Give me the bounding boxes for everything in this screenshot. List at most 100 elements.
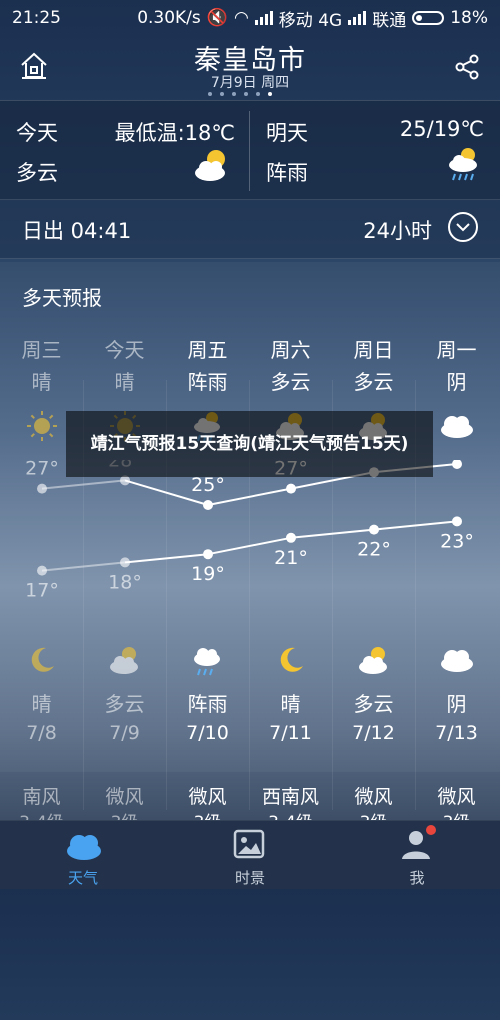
sunrise-row: 日出 04:41 24小时 (0, 200, 500, 259)
high-temp-point (37, 483, 47, 494)
low-temp-label: 21° (274, 547, 308, 569)
bottom-tab-bar: 天气 时景 我 (0, 820, 500, 889)
page-dot (232, 92, 236, 96)
forecast-weekday: 周一 (436, 338, 477, 362)
temperature-chart: 27°28°25°27°29°30°17°18°19°21°22°23° (25, 460, 474, 602)
notification-badge (426, 825, 436, 835)
forecast-date: 7/8 (26, 722, 57, 744)
high-temp-segment (41, 479, 126, 490)
forecast-day-condition: 阵雨 (187, 370, 228, 394)
forecast-date: 7/9 (109, 722, 140, 744)
share-icon[interactable] (454, 54, 480, 80)
tab-label: 我 (409, 869, 425, 887)
low-temp-point (286, 532, 296, 543)
page-dot (244, 92, 248, 96)
tomorrow-label: 明天 (266, 121, 308, 145)
low-temp-label: 19° (191, 563, 225, 585)
overlay-caption: 靖江气预报15天查询(靖江天气预告15天) (66, 411, 433, 477)
forecast-weekday: 周五 (187, 338, 228, 362)
low-temp-label: 18° (108, 571, 142, 593)
forecast-day-condition: 晴 (31, 370, 52, 394)
tab-scenes[interactable]: 时景 (167, 821, 333, 889)
battery-level: 18% (450, 8, 488, 28)
forecast-weekday: 周六 (270, 338, 311, 362)
high-temp-point (203, 500, 213, 510)
tab-weather[interactable]: 天气 (0, 821, 166, 889)
low-temp-label: 17° (25, 580, 59, 602)
photo-icon (233, 829, 265, 859)
tab-label: 时景 (234, 869, 265, 887)
page-indicator (208, 92, 272, 96)
forecast-wind: 南风 (22, 786, 61, 808)
tab-me[interactable]: 我 (334, 821, 500, 889)
low-temp-point (203, 549, 213, 560)
cloud-icon (441, 416, 473, 438)
carrier-1: 移动 4G (278, 10, 343, 31)
forecast-night-condition: 阴 (446, 692, 467, 716)
today-card[interactable]: 今天 最低温:18℃ 多云 (0, 101, 249, 199)
overlay-text: 靖江气预报15天查询(靖江天气预告15天) (90, 434, 409, 454)
today-tomorrow-panel: 今天 最低温:18℃ 多云 明天 25/19℃ 阵雨 (0, 100, 500, 200)
forecast-wind: 微风 (354, 786, 393, 808)
forecast-wind: 微风 (105, 786, 144, 808)
carrier-2: 联通 (372, 10, 407, 31)
forecast-weekday: 周日 (353, 338, 394, 362)
high-temp-point (452, 460, 462, 469)
high-temp-point (286, 483, 296, 494)
forecast-date: 7/11 (269, 722, 312, 744)
tomorrow-card[interactable]: 明天 25/19℃ 阵雨 (250, 101, 500, 199)
today-label: 今天 (16, 121, 58, 145)
wifi-icon: ◠ (233, 8, 249, 28)
tab-label: 天气 (67, 869, 98, 887)
status-right: 0.30K/s 🔇 ◠ 移动 4G 联通 18% (137, 6, 488, 31)
forecast-day-condition: 多云 (270, 370, 311, 394)
partly-cloudy-night-icon (195, 150, 225, 181)
forecast-date: 7/12 (352, 722, 395, 744)
tomorrow-condition: 阵雨 (266, 161, 308, 185)
forecast-day-condition: 阴 (446, 370, 467, 394)
forecast-night-condition: 多云 (353, 692, 394, 716)
signal-icon-2 (348, 11, 367, 25)
network-speed: 0.30K/s (137, 8, 201, 28)
status-bar: 21:25 0.30K/s 🔇 ◠ 移动 4G 联通 18% (0, 0, 500, 36)
expand-hourly-button[interactable] (448, 212, 478, 242)
forecast-weekday: 周三 (21, 338, 62, 362)
multi-day-forecast: 多天预报 周三晴晴7/8南风3-4级今天晴多云7/9微风3级周五阵雨阵雨7/10… (0, 262, 500, 833)
low-temp-point (452, 516, 462, 527)
forecast-night-condition: 晴 (280, 692, 301, 716)
current-date: 7月9日 周四 (210, 75, 290, 91)
cloud-icon (67, 835, 101, 860)
forecast-night-condition: 多云 (104, 692, 145, 716)
forecast-date: 7/13 (435, 722, 478, 744)
forecast-night-condition: 晴 (31, 692, 52, 716)
low-temp-label: 23° (440, 530, 474, 552)
forecast-night-condition: 阵雨 (187, 692, 228, 716)
signal-icon (254, 11, 273, 25)
page-dot (208, 92, 212, 96)
forecast-wind: 微风 (188, 786, 227, 808)
today-min-temp: 最低温:18℃ (114, 121, 235, 145)
tomorrow-temp-range: 25/19℃ (399, 117, 484, 141)
low-temp-segment (124, 553, 209, 564)
page-dot (220, 92, 224, 96)
low-temp-point (120, 557, 130, 568)
low-temp-label: 22° (357, 539, 391, 561)
forecast-title: 多天预报 (22, 286, 102, 310)
page-dot-active (268, 92, 272, 96)
chevron-down-icon (456, 223, 470, 232)
low-temp-segment (373, 520, 458, 531)
status-time: 21:25 (12, 8, 61, 28)
low-temp-point (369, 524, 379, 535)
sunrise-time: 日出 04:41 (22, 219, 132, 243)
low-temp-segment (41, 561, 126, 572)
high-temp-label: 27° (25, 460, 59, 480)
hourly-forecast-label[interactable]: 24小时 (363, 215, 432, 245)
forecast-day-condition: 晴 (114, 370, 135, 394)
mute-icon: 🔇 (206, 8, 228, 28)
battery-icon (412, 11, 445, 25)
high-temp-label: 25° (191, 474, 225, 496)
forecast-wind: 西南风 (261, 786, 319, 808)
today-condition: 多云 (16, 161, 58, 185)
sun-icon (27, 411, 57, 441)
forecast-weekday: 今天 (104, 338, 145, 362)
